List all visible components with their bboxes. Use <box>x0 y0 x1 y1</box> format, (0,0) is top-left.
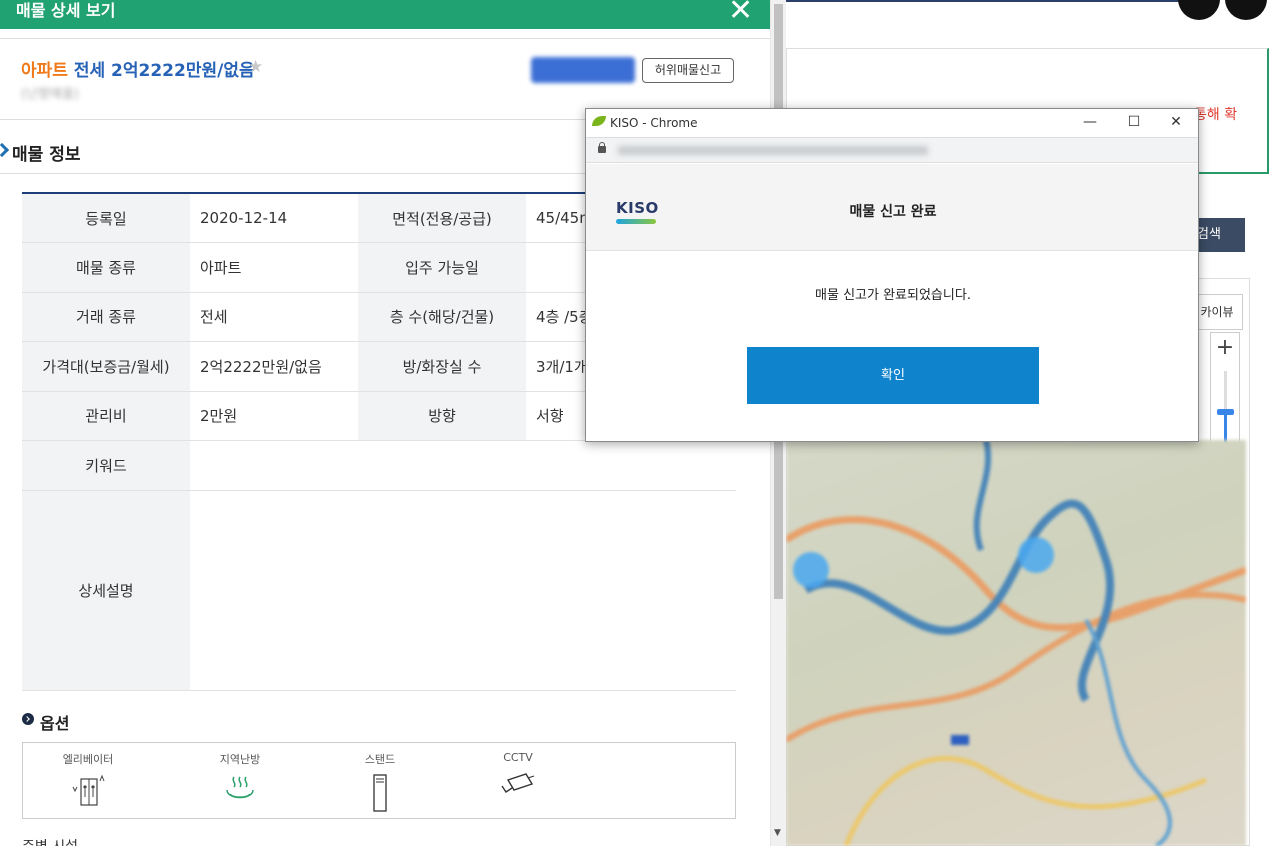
property-type: 아파트 <box>21 61 68 81</box>
option-item: 엘리베이터 <box>43 751 133 807</box>
map-marker <box>951 735 969 745</box>
keyword-label: 키워드 <box>22 440 190 491</box>
options-title-text: 옵션 <box>40 714 70 733</box>
kiso-dialog-window: KISO - Chrome — ☐ ✕ KISO 매물 신고 완료 매물 신고가… <box>585 108 1199 442</box>
scroll-down-arrow-icon[interactable]: ▼ <box>774 828 781 838</box>
bg-circle-icon[interactable] <box>1225 0 1267 20</box>
table-value: 2만원 <box>190 391 358 441</box>
popup-title: 매물 상세 보기 <box>16 1 116 20</box>
arrow-icon <box>0 142 10 158</box>
leaf-icon <box>592 116 606 126</box>
table-key: 면적(전용/공급) <box>358 193 526 243</box>
dialog-message: 매물 신고가 완료되었습니다. <box>815 288 971 303</box>
option-label: 지역난방 <box>219 753 261 766</box>
table-value: 2억2222만원/없음 <box>190 341 358 392</box>
description-value <box>190 490 736 691</box>
options-box: 엘리베이터 지역난방 스탠드 CCTV <box>22 742 736 819</box>
table-value: 2020-12-14 <box>190 193 358 243</box>
address-url-blurred <box>618 146 928 155</box>
star-icon[interactable]: ★ <box>248 57 263 77</box>
section-title-text: 매물 정보 <box>12 145 81 165</box>
table-row: 상세설명 <box>22 490 736 691</box>
dialog-header: KISO 매물 신고 완료 <box>586 164 1198 251</box>
options-title: 옵션 <box>22 710 69 734</box>
table-key: 층 수(해당/건물) <box>358 292 526 342</box>
table-key: 관리비 <box>22 391 190 441</box>
property-deal: 전세 2억2222만원/없음 <box>73 61 255 81</box>
report-fake-listing-button[interactable]: 허위매물신고 <box>642 58 734 83</box>
property-title: 아파트 전세 2억2222만원/없음 <box>21 56 255 81</box>
zoom-handle[interactable] <box>1217 409 1234 415</box>
map-graphic <box>786 440 1246 846</box>
popup-header: 매물 상세 보기 ✕ <box>0 0 770 29</box>
close-icon[interactable]: ✕ <box>728 0 753 26</box>
window-titlebar[interactable]: KISO - Chrome — ☐ ✕ <box>586 109 1198 137</box>
bg-search-button[interactable]: 검색 <box>1191 218 1245 252</box>
map-marker <box>1018 537 1054 573</box>
table-row: 키워드 <box>22 440 736 491</box>
zoom-in-button[interactable]: + <box>1211 333 1239 363</box>
description-label: 상세설명 <box>22 490 190 691</box>
table-value: 전세 <box>190 292 358 342</box>
map-marker <box>793 552 829 588</box>
aircon-stand-icon <box>373 774 387 812</box>
map-river <box>803 499 1115 703</box>
property-subtitle: (난향예울) <box>21 87 79 102</box>
keyword-value <box>190 440 736 491</box>
bg-circle-icon[interactable] <box>1178 0 1220 20</box>
lock-icon <box>598 142 606 153</box>
option-item: 지역난방 <box>195 751 285 803</box>
map-river <box>973 440 992 552</box>
next-section-title: 주변 시설 <box>22 836 78 846</box>
table-key: 방/화장실 수 <box>358 341 526 392</box>
option-label: 엘리베이터 <box>62 753 114 766</box>
cctv-icon <box>501 773 535 793</box>
elevator-icon <box>72 774 105 806</box>
table-key: 가격대(보증금/월세) <box>22 341 190 392</box>
map-view[interactable] <box>786 440 1246 846</box>
dialog-heading: 매물 신고 완료 <box>849 204 937 220</box>
heating-icon <box>226 776 254 799</box>
table-key: 거래 종류 <box>22 292 190 342</box>
window-title: KISO - Chrome <box>610 116 698 130</box>
table-key: 매물 종류 <box>22 242 190 293</box>
address-bar[interactable] <box>586 137 1198 163</box>
table-key: 등록일 <box>22 193 190 243</box>
close-icon[interactable]: ✕ <box>1156 111 1196 135</box>
bg-top-line <box>786 0 1216 2</box>
maximize-icon[interactable]: ☐ <box>1114 111 1154 135</box>
option-label: 스탠드 <box>364 753 396 766</box>
option-label: CCTV <box>503 751 533 764</box>
option-item: 스탠드 <box>335 751 425 813</box>
table-key: 입주 가능일 <box>358 242 526 293</box>
circle-arrow-icon <box>22 713 34 725</box>
bg-red-text: 통해 확 <box>1194 107 1238 123</box>
confirm-button[interactable]: 확인 <box>747 347 1039 404</box>
minimize-icon[interactable]: — <box>1070 111 1110 135</box>
map-river <box>1084 618 1172 846</box>
map-road <box>843 756 1207 846</box>
option-item: CCTV <box>473 751 563 796</box>
blurred-button[interactable] <box>531 57 635 83</box>
table-key: 방향 <box>358 391 526 441</box>
table-value: 아파트 <box>190 242 358 293</box>
